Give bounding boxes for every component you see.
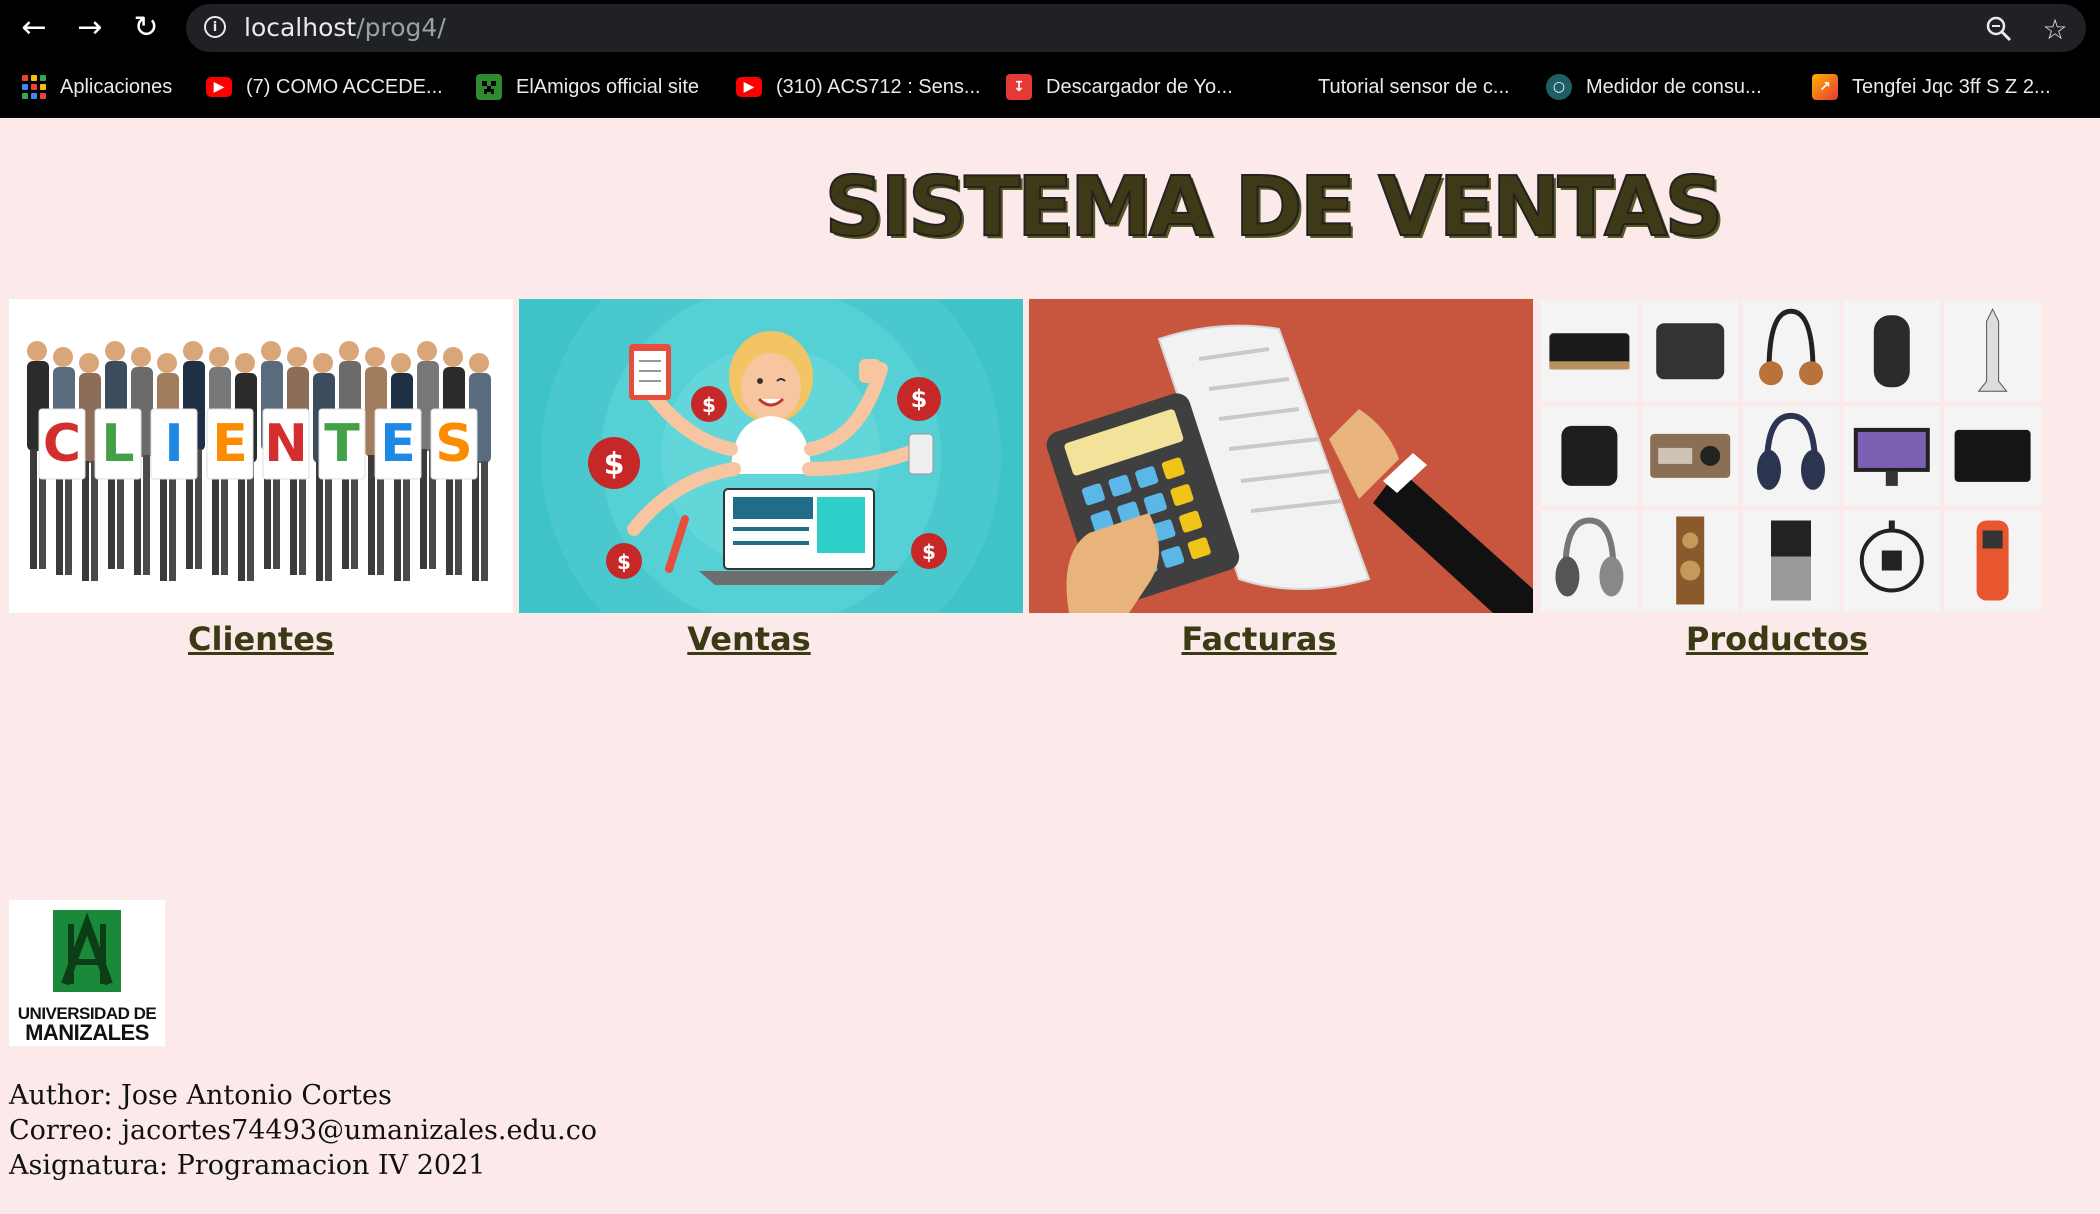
- facturas-image[interactable]: [1029, 299, 1533, 613]
- svg-text:E: E: [212, 414, 248, 474]
- bookmark-item[interactable]: ElAmigos official site: [476, 69, 699, 105]
- bookmark-label: Aplicaciones: [60, 75, 173, 98]
- product-thumbnail: [1843, 510, 1941, 611]
- bookmark-label: Descargador de Yo...: [1046, 75, 1233, 98]
- svg-text:E: E: [380, 414, 416, 474]
- product-thumbnail: [1641, 405, 1739, 507]
- bookmark-label: (310) ACS712 : Sens...: [776, 75, 981, 98]
- product-thumbnail: [1641, 510, 1739, 611]
- reload-icon[interactable]: ↻: [124, 6, 168, 50]
- bookmark-item[interactable]: ↧ Descargador de Yo...: [1006, 69, 1233, 105]
- site-info-icon[interactable]: i: [204, 16, 226, 38]
- facturas-illustration: [1046, 324, 1533, 613]
- svg-text:$: $: [617, 550, 631, 574]
- clientes-illustration: CLIENTES: [27, 341, 491, 581]
- svg-text:L: L: [101, 414, 134, 474]
- logo-line2: MANIZALES: [25, 1020, 149, 1045]
- letter-board: L: [94, 408, 142, 480]
- product-thumbnail: [1742, 405, 1840, 507]
- aliexpress-icon: ↗: [1812, 74, 1838, 100]
- bookmark-item[interactable]: ○ Medidor de consu...: [1546, 69, 1762, 105]
- url-host: localhost: [244, 13, 357, 42]
- product-thumbnail: [1541, 510, 1638, 611]
- product-thumbnail: [1843, 405, 1941, 507]
- product-thumbnail: [1541, 405, 1638, 507]
- globe-icon: ○: [1546, 74, 1572, 100]
- bookmark-label: Tengfei Jqc 3ff S Z 2...: [1852, 75, 2051, 98]
- page-title: SISTEMA DE VENTAS: [823, 159, 1724, 256]
- letter-board: C: [38, 408, 86, 480]
- bookmark-label: Medidor de consu...: [1586, 75, 1762, 98]
- letter-board: N: [262, 408, 310, 480]
- product-thumbnail: [1843, 301, 1941, 402]
- productos-link[interactable]: Productos: [1539, 620, 2015, 658]
- svg-text:I: I: [164, 414, 183, 474]
- svg-text:S: S: [435, 414, 472, 474]
- productos-illustration: [1541, 301, 2041, 611]
- svg-text:C: C: [43, 414, 81, 474]
- clientes-link[interactable]: Clientes: [9, 620, 513, 658]
- letter-board: E: [374, 408, 422, 480]
- back-arrow-icon[interactable]: ←: [12, 6, 56, 50]
- footer-author: Author: Jose Antonio Cortes: [9, 1080, 392, 1111]
- bookmarks-bar: Aplicaciones ▶ (7) COMO ACCEDE... ElAmig…: [0, 56, 2100, 118]
- product-thumbnail: [1944, 510, 2041, 611]
- forward-arrow-icon[interactable]: →: [68, 6, 112, 50]
- bookmark-item[interactable]: ↗ Tengfei Jqc 3ff S Z 2...: [1812, 69, 2051, 105]
- product-thumbnail: [1944, 301, 2041, 402]
- bookmark-item[interactable]: Tutorial sensor de c...: [1318, 69, 1510, 105]
- svg-text:$: $: [922, 540, 936, 564]
- bookmark-item[interactable]: ▶ (310) ACS712 : Sens...: [736, 69, 981, 105]
- youtube-icon: ▶: [736, 77, 762, 97]
- product-thumbnail: [1944, 405, 2041, 507]
- browser-toolbar: ← → ↻ i localhost/prog4/ ☆: [0, 0, 2100, 56]
- zoom-icon[interactable]: [1982, 12, 2016, 46]
- url-path: /prog4/: [356, 13, 446, 42]
- bookmark-label: (7) COMO ACCEDE...: [246, 75, 443, 98]
- product-thumbnail: [1641, 301, 1739, 402]
- bookmark-label: ElAmigos official site: [516, 75, 700, 98]
- svg-text:$: $: [604, 447, 625, 482]
- ventas-link[interactable]: Ventas: [519, 620, 979, 658]
- letter-board: I: [150, 408, 198, 480]
- letter-board: T: [318, 408, 366, 480]
- address-bar[interactable]: i localhost/prog4/ ☆: [186, 4, 2086, 52]
- ventas-image[interactable]: $ $ $ $ $: [519, 299, 1023, 613]
- svg-text:T: T: [324, 414, 360, 474]
- product-thumbnail: [1742, 510, 1840, 611]
- letter-board: S: [430, 408, 478, 480]
- bookmark-label: Tutorial sensor de c...: [1318, 75, 1510, 98]
- address-url[interactable]: localhost/prog4/: [244, 13, 446, 42]
- facturas-link[interactable]: Facturas: [1029, 620, 1489, 658]
- bookmark-star-icon[interactable]: ☆: [2038, 12, 2072, 46]
- apps-grid-icon: [22, 75, 46, 99]
- letter-board: E: [206, 408, 254, 480]
- ventas-illustration: $ $ $ $ $: [541, 299, 1001, 613]
- svg-text:$: $: [702, 393, 716, 417]
- svg-text:$: $: [911, 385, 928, 413]
- bookmark-item[interactable]: Aplicaciones: [22, 69, 172, 105]
- youtube-icon: ▶: [206, 77, 232, 97]
- universidad-logo: UNIVERSIDAD DE MANIZALES: [9, 900, 165, 1046]
- product-thumbnail: [1742, 301, 1840, 402]
- productos-image[interactable]: [1539, 299, 2043, 613]
- footer-course: Asignatura: Programacion IV 2021: [9, 1150, 486, 1181]
- svg-text:N: N: [264, 414, 308, 474]
- footer-email: Correo: jacortes74493@umanizales.edu.co: [9, 1115, 598, 1146]
- creeper-icon: [476, 74, 502, 100]
- product-thumbnail: [1541, 301, 1638, 402]
- bookmark-item[interactable]: ▶ (7) COMO ACCEDE...: [206, 69, 443, 105]
- download-icon: ↧: [1006, 74, 1032, 100]
- clientes-image[interactable]: CLIENTES: [9, 299, 513, 613]
